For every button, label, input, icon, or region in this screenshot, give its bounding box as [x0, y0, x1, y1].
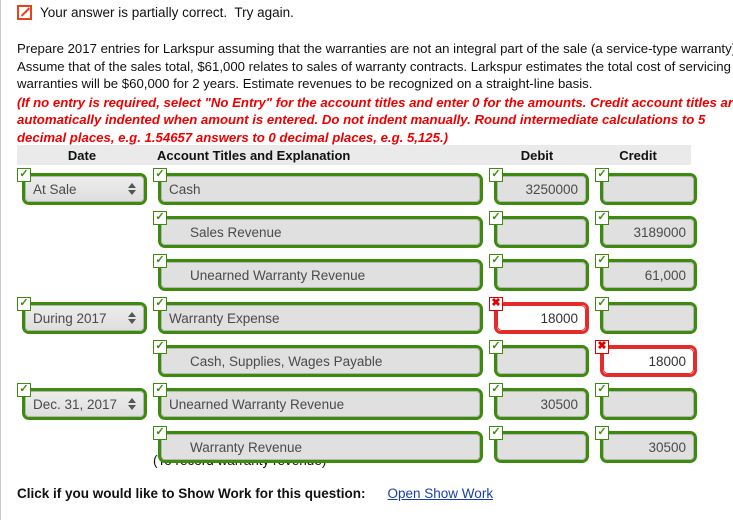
credit-input-5[interactable]	[600, 388, 697, 420]
column-header-credit: Credit	[619, 147, 657, 163]
account-input-2[interactable]: Unearned Warranty Revenue	[158, 259, 483, 291]
journal-entry-table: Date Account Titles and Explanation Debi…	[17, 145, 697, 469]
debit-input-value-3[interactable]: 18000	[497, 305, 586, 331]
debit-input-3[interactable]: 18000	[494, 302, 589, 334]
account-input-4[interactable]: Cash, Supplies, Wages Payable	[158, 345, 483, 377]
date-select-value-5[interactable]: Dec. 31, 2017	[25, 391, 144, 417]
debit-status-badge-5: ✓	[489, 383, 503, 397]
credit-input-value-0[interactable]	[603, 176, 694, 202]
credit-status-badge-0: ✓	[595, 168, 609, 182]
debit-status-badge-3: ✖	[489, 297, 503, 311]
account-status-badge-4: ✓	[153, 340, 167, 354]
status-message: Your answer is partially correct. Try ag…	[40, 5, 294, 20]
debit-status-badge-6: ✓	[489, 426, 503, 440]
table-row: Sales Revenue ✓ ✓ 3189000 ✓	[17, 211, 697, 254]
account-input-0[interactable]: Cash	[158, 173, 483, 205]
account-status-badge-5: ✓	[153, 383, 167, 397]
debit-status-badge-0: ✓	[489, 168, 503, 182]
credit-status-badge-6: ✓	[595, 426, 609, 440]
account-input-value-1[interactable]: Sales Revenue	[161, 219, 480, 245]
credit-input-3[interactable]	[600, 302, 697, 334]
date-select-3[interactable]: During 2017	[22, 302, 147, 334]
table-row: Warranty Revenue ✓ ✓ 30500 ✓	[17, 426, 697, 469]
show-work-label: Click if you would like to Show Work for…	[17, 486, 366, 501]
table-row: At Sale ✓ Cash ✓ 3250000 ✓ ✓	[17, 168, 697, 211]
credit-input-value-1[interactable]: 3189000	[603, 219, 694, 245]
debit-status-badge-1: ✓	[489, 211, 503, 225]
date-status-badge-3: ✓	[17, 297, 31, 311]
debit-input-1[interactable]	[494, 216, 589, 248]
date-select-value-0[interactable]: At Sale	[25, 176, 144, 202]
credit-input-value-4[interactable]: 18000	[603, 348, 694, 374]
instructions-body: Prepare 2017 entries for Larkspur assumi…	[17, 41, 733, 91]
table-row: During 2017 ✓ Warranty Expense ✓ 18000 ✖ ✓	[17, 297, 697, 340]
table-row: Dec. 31, 2017 ✓ Unearned Warranty Revenue ✓…	[17, 383, 697, 426]
table-row: Unearned Warranty Revenue ✓ ✓ 61,000 ✓	[17, 254, 697, 297]
date-select-5[interactable]: Dec. 31, 2017	[22, 388, 147, 420]
debit-input-value-0[interactable]: 3250000	[497, 176, 586, 202]
debit-input-0[interactable]: 3250000	[494, 173, 589, 205]
account-status-badge-2: ✓	[153, 254, 167, 268]
debit-status-badge-2: ✓	[489, 254, 503, 268]
account-input-value-4[interactable]: Cash, Supplies, Wages Payable	[161, 348, 480, 374]
show-work-footer: Click if you would like to Show Work for…	[17, 486, 493, 501]
debit-input-value-5[interactable]: 30500	[497, 391, 586, 417]
debit-input-5[interactable]: 30500	[494, 388, 589, 420]
account-status-badge-6: ✓	[153, 426, 167, 440]
credit-input-0[interactable]	[600, 173, 697, 205]
account-input-3[interactable]: Warranty Expense	[158, 302, 483, 334]
column-header-debit: Debit	[520, 147, 554, 163]
date-status-badge-5: ✓	[17, 383, 31, 397]
open-show-work-link[interactable]: Open Show Work	[388, 486, 494, 501]
column-header-date: Date	[67, 147, 97, 163]
credit-status-badge-3: ✓	[595, 297, 609, 311]
debit-input-value-4[interactable]	[497, 348, 586, 374]
account-input-1[interactable]: Sales Revenue	[158, 216, 483, 248]
credit-input-value-6[interactable]: 30500	[603, 434, 694, 460]
account-status-badge-3: ✓	[153, 297, 167, 311]
question-page: Your answer is partially correct. Try ag…	[0, 0, 733, 520]
account-status-badge-0: ✓	[153, 168, 167, 182]
debit-input-value-1[interactable]	[497, 219, 586, 245]
account-input-5[interactable]: Unearned Warranty Revenue	[158, 388, 483, 420]
instructions-block: Prepare 2017 entries for Larkspur assumi…	[17, 40, 733, 146]
status-banner: Your answer is partially correct. Try ag…	[17, 5, 294, 20]
account-input-value-3[interactable]: Warranty Expense	[161, 305, 480, 331]
credit-status-badge-5: ✓	[595, 383, 609, 397]
debit-input-6[interactable]	[494, 431, 589, 463]
credit-input-2[interactable]: 61,000	[600, 259, 697, 291]
account-input-value-2[interactable]: Unearned Warranty Revenue	[161, 262, 480, 288]
credit-input-6[interactable]: 30500	[600, 431, 697, 463]
date-select-value-3[interactable]: During 2017	[25, 305, 144, 331]
credit-status-badge-4: ✖	[595, 340, 609, 354]
credit-input-4[interactable]: 18000	[600, 345, 697, 377]
account-input-6[interactable]: Warranty Revenue	[158, 431, 483, 463]
credit-status-badge-1: ✓	[595, 211, 609, 225]
pencil-slash-icon	[17, 5, 32, 20]
table-row: Cash, Supplies, Wages Payable ✓ ✓ 18000 ✖	[17, 340, 697, 383]
date-select-0[interactable]: At Sale	[22, 173, 147, 205]
account-input-value-5[interactable]: Unearned Warranty Revenue	[161, 391, 480, 417]
debit-input-4[interactable]	[494, 345, 589, 377]
account-status-badge-1: ✓	[153, 211, 167, 225]
account-input-value-6[interactable]: Warranty Revenue	[161, 434, 480, 460]
debit-input-2[interactable]	[494, 259, 589, 291]
instructions-emphasis: (If no entry is required, select "No Ent…	[17, 94, 733, 145]
credit-input-value-3[interactable]	[603, 305, 694, 331]
credit-input-value-5[interactable]	[603, 391, 694, 417]
debit-input-value-2[interactable]	[497, 262, 586, 288]
account-input-value-0[interactable]: Cash	[161, 176, 480, 202]
credit-input-value-2[interactable]: 61,000	[603, 262, 694, 288]
debit-status-badge-4: ✓	[489, 340, 503, 354]
table-header-row: Date Account Titles and Explanation Debi…	[17, 145, 691, 165]
credit-status-badge-2: ✓	[595, 254, 609, 268]
table-body: At Sale ✓ Cash ✓ 3250000 ✓ ✓ Sales Revenue ✓ ✓ 318…	[17, 165, 697, 469]
debit-input-value-6[interactable]	[497, 434, 586, 460]
date-status-badge-0: ✓	[17, 168, 31, 182]
credit-input-1[interactable]: 3189000	[600, 216, 697, 248]
column-header-account: Account Titles and Explanation	[157, 147, 351, 163]
